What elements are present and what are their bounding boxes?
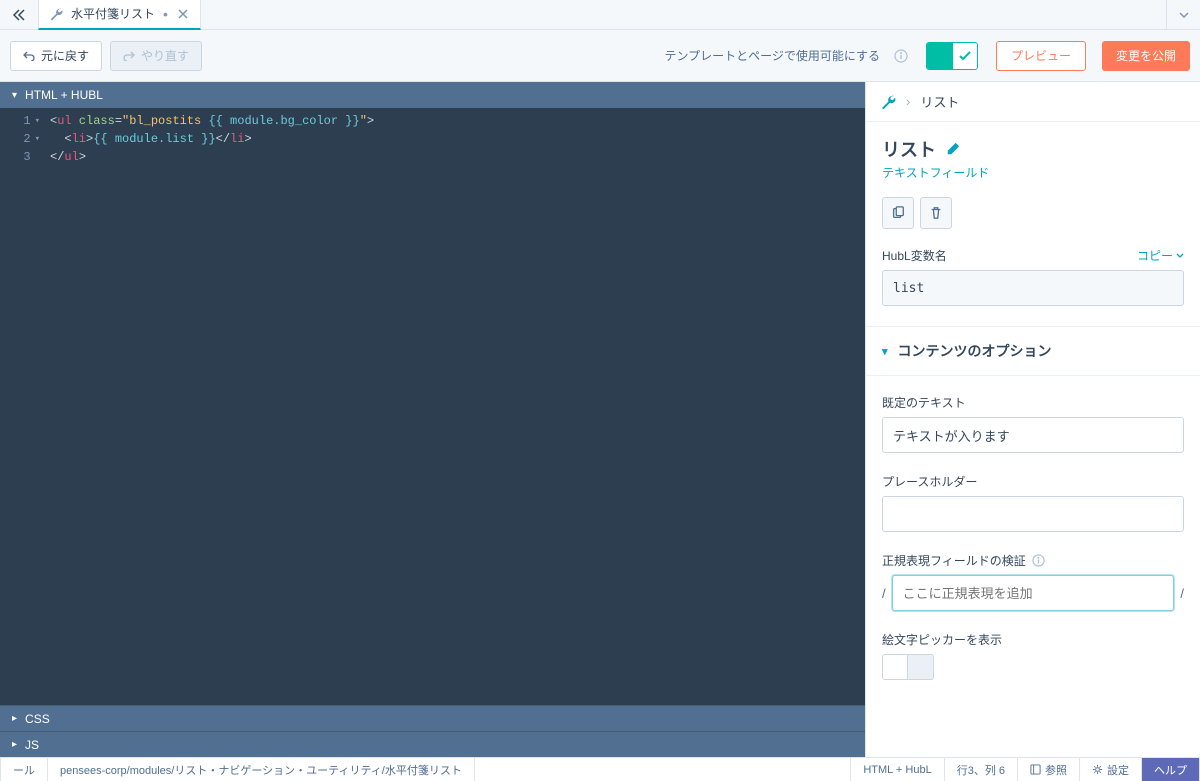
undo-label: 元に戻す (41, 47, 89, 64)
section-js-label: JS (25, 738, 39, 752)
content-options-label: コンテンツのオプション (898, 341, 1052, 361)
hubl-var-input[interactable] (882, 270, 1184, 306)
file-path: pensees-corp/modules/リスト・ナビゲーション・ユーティリティ… (48, 758, 475, 781)
editor-pane: ▾ HTML + HUBL 1▾ 2▾ 3▾ <ul class="bl_pos… (0, 82, 865, 757)
redo-icon (123, 51, 135, 61)
info-icon[interactable] (894, 49, 908, 63)
emoji-label: 絵文字ピッカーを表示 (882, 631, 1184, 648)
content-options-accordion[interactable]: ▾ コンテンツのオプション (866, 326, 1200, 376)
default-text-label: 既定のテキスト (882, 394, 1184, 411)
redo-label: やり直す (141, 47, 189, 64)
status-lang: HTML + HubL (850, 758, 944, 781)
chevron-down-icon: ▾ (882, 345, 888, 358)
availability-label: テンプレートとページで使用可能にする (664, 47, 880, 64)
tab-title: 水平付箋リスト (71, 5, 155, 22)
field-type-link[interactable]: テキストフィールド (882, 166, 989, 180)
reference-button[interactable]: 参照 (1018, 758, 1080, 781)
availability-toggle[interactable] (926, 42, 978, 70)
section-html-label: HTML + HUBL (25, 88, 103, 102)
copy-dropdown[interactable]: コピー (1137, 247, 1184, 264)
tab-dropdown[interactable] (1166, 0, 1200, 30)
gutter: 1▾ 2▾ 3▾ (0, 108, 46, 705)
close-tab-button[interactable] (176, 9, 190, 19)
wrench-icon (49, 7, 63, 21)
section-css[interactable]: ▸ CSS (0, 705, 865, 731)
help-button[interactable]: ヘルプ (1142, 758, 1200, 781)
book-icon (1030, 764, 1041, 775)
section-css-label: CSS (25, 712, 50, 726)
status-left-trunc: ール (0, 758, 48, 781)
placeholder-label: プレースホルダー (882, 473, 1184, 490)
tab-bar: 水平付箋リスト • (0, 0, 1200, 30)
undo-icon (23, 51, 35, 61)
edit-icon[interactable] (946, 142, 960, 156)
settings-button[interactable]: 設定 (1080, 758, 1142, 781)
chevron-down-icon: ▾ (12, 90, 17, 101)
regex-label: 正規表現フィールドの検証 (882, 552, 1026, 569)
file-tab[interactable]: 水平付箋リスト • (38, 0, 201, 30)
wrench-icon[interactable] (880, 94, 896, 110)
copy-field-button[interactable] (882, 197, 914, 229)
hubl-var-label: HubL変数名 (882, 247, 947, 264)
publish-button[interactable]: 変更を公開 (1102, 41, 1190, 71)
toolbar: 元に戻す やり直す テンプレートとページで使用可能にする プレビュー 変更を公開 (0, 30, 1200, 82)
undo-button[interactable]: 元に戻す (10, 41, 102, 71)
code-editor[interactable]: 1▾ 2▾ 3▾ <ul class="bl_postits {{ module… (0, 108, 865, 705)
regex-input[interactable] (892, 575, 1175, 611)
field-title: リスト (882, 136, 936, 162)
gear-icon (1092, 764, 1103, 775)
section-html[interactable]: ▾ HTML + HUBL (0, 82, 865, 108)
chevron-right-icon: ▸ (12, 713, 17, 724)
regex-slash: / (882, 586, 886, 601)
placeholder-input[interactable] (882, 496, 1184, 532)
copy-icon (891, 206, 905, 220)
collapse-sidebar-button[interactable] (0, 0, 38, 30)
preview-button[interactable]: プレビュー (996, 41, 1086, 71)
redo-button: やり直す (110, 41, 202, 71)
code-area[interactable]: <ul class="bl_postits {{ module.bg_color… (46, 108, 865, 705)
trash-icon (929, 206, 943, 220)
chevron-right-icon: ▸ (12, 739, 17, 750)
check-icon (953, 43, 977, 69)
cursor-position: 行3、列 6 (945, 758, 1018, 781)
default-text-input[interactable] (882, 417, 1184, 453)
regex-slash: / (1180, 586, 1184, 601)
breadcrumb-current: リスト (920, 92, 959, 111)
properties-panel: › リスト リスト テキストフィールド (865, 82, 1200, 757)
info-icon[interactable] (1032, 554, 1045, 567)
delete-field-button[interactable] (920, 197, 952, 229)
status-bar: ール pensees-corp/modules/リスト・ナビゲーション・ユーティ… (0, 757, 1200, 781)
breadcrumb: › リスト (866, 82, 1200, 122)
emoji-toggle[interactable] (882, 654, 1184, 680)
section-js[interactable]: ▸ JS (0, 731, 865, 757)
chevron-right-icon: › (906, 94, 910, 109)
chevron-down-icon (1176, 253, 1184, 258)
